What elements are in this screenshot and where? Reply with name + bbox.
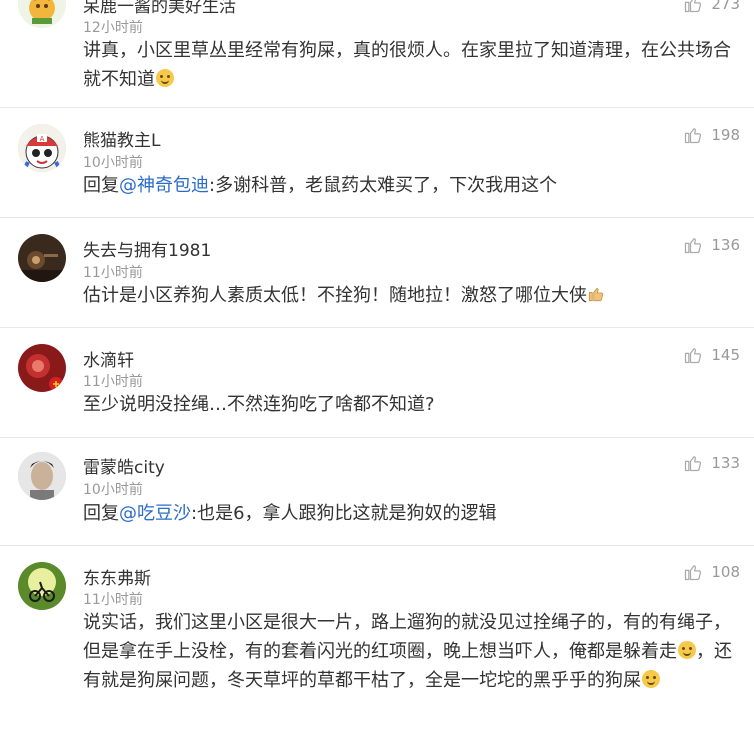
laughing-tears-icon bbox=[642, 670, 660, 688]
comment-time: 10小时前 bbox=[83, 155, 143, 171]
avatar-image bbox=[18, 562, 66, 610]
comment-time: 11小时前 bbox=[83, 592, 143, 608]
comment-list: 呆鹿一酱的美好生活 12小时前 273 讲真，小区里草丛里经常有狗屎，真的很烦人… bbox=[0, 0, 754, 746]
avatar[interactable] bbox=[18, 344, 66, 392]
avatar[interactable] bbox=[18, 452, 66, 500]
avatar-image: A bbox=[18, 124, 66, 172]
mention-link[interactable]: @神奇包迪 bbox=[119, 175, 209, 196]
avatar[interactable] bbox=[18, 0, 66, 28]
thumbs-up-icon bbox=[685, 128, 702, 144]
comment-body: 估计是小区养狗人素质太低！不拴狗！随地拉！激怒了哪位大侠 bbox=[83, 285, 587, 306]
comment-item: A 熊猫教主L 10小时前 198 回复@神奇包迪:多谢科普，老鼠药太难买了，下… bbox=[0, 108, 754, 218]
thumbs-up-icon bbox=[685, 348, 702, 364]
comment-body: :也是6，拿人跟狗比这就是狗奴的逻辑 bbox=[191, 503, 497, 524]
comment-author[interactable]: 呆鹿一酱的美好生活 bbox=[83, 0, 236, 17]
avatar[interactable]: A bbox=[18, 124, 66, 172]
mention-link[interactable]: @吃豆沙 bbox=[119, 503, 191, 524]
comment-author[interactable]: 熊猫教主L bbox=[83, 126, 160, 151]
comment-author[interactable]: 雷蒙皓city bbox=[83, 453, 165, 478]
comment-item: 东东弗斯 11小时前 108 说实话，我们这里小区是很大一片，路上遛狗的就没见过… bbox=[0, 546, 754, 746]
avatar-image bbox=[18, 234, 66, 282]
like-count: 108 bbox=[711, 563, 740, 581]
avatar[interactable] bbox=[18, 234, 66, 282]
like-button[interactable]: 273 bbox=[683, 0, 740, 14]
like-count: 273 bbox=[711, 0, 740, 13]
comment-body: 说实话，我们这里小区是很大一片，路上遛狗的就没见过拴绳子的，有的有绳子，但是拿在… bbox=[83, 612, 731, 662]
comment-text: 至少说明没拴绳…不然连狗吃了啥都不知道? bbox=[83, 390, 740, 419]
like-button[interactable]: 145 bbox=[683, 345, 740, 365]
comment-item: 雷蒙皓city 10小时前 133 回复@吃豆沙:也是6，拿人跟狗比这就是狗奴的… bbox=[0, 438, 754, 546]
comment-time: 10小时前 bbox=[83, 482, 143, 498]
reply-prefix: 回复 bbox=[83, 175, 119, 196]
like-button[interactable]: 133 bbox=[683, 453, 740, 473]
comment-author[interactable]: 水滴轩 bbox=[83, 346, 134, 371]
sweat-smile-icon bbox=[156, 69, 174, 87]
comment-text: 回复@吃豆沙:也是6，拿人跟狗比这就是狗奴的逻辑 bbox=[83, 499, 740, 528]
avatar-image bbox=[18, 0, 66, 28]
reply-prefix: 回复 bbox=[83, 503, 119, 524]
comment-time: 11小时前 bbox=[83, 265, 143, 281]
like-button[interactable]: 136 bbox=[683, 235, 740, 255]
like-button[interactable]: 198 bbox=[683, 125, 740, 145]
comment-author[interactable]: 东东弗斯 bbox=[83, 564, 151, 589]
thumbs-up-icon bbox=[685, 0, 702, 13]
comment-body: 讲真，小区里草丛里经常有狗屎，真的很烦人。在家里拉了知道清理，在公共场合就不知道 bbox=[83, 40, 731, 90]
thumbs-up-icon bbox=[685, 456, 702, 472]
avatar[interactable] bbox=[18, 562, 66, 610]
comment-item: 呆鹿一酱的美好生活 12小时前 273 讲真，小区里草丛里经常有狗屎，真的很烦人… bbox=[0, 0, 754, 108]
comment-text: 回复@神奇包迪:多谢科普，老鼠药太难买了，下次我用这个 bbox=[83, 171, 740, 200]
thumbs-up-icon bbox=[685, 238, 702, 254]
comment-text: 估计是小区养狗人素质太低！不拴狗！随地拉！激怒了哪位大侠 bbox=[83, 281, 740, 310]
like-count: 136 bbox=[711, 236, 740, 254]
comment-time: 12小时前 bbox=[83, 20, 143, 36]
like-count: 198 bbox=[711, 126, 740, 144]
comment-body: :多谢科普，老鼠药太难买了，下次我用这个 bbox=[209, 175, 558, 196]
comment-text: 说实话，我们这里小区是很大一片，路上遛狗的就没见过拴绳子的，有的有绳子，但是拿在… bbox=[83, 608, 740, 695]
comment-item: 水滴轩 11小时前 145 至少说明没拴绳…不然连狗吃了啥都不知道? bbox=[0, 328, 754, 438]
avatar-image bbox=[18, 452, 66, 500]
comment-item: 失去与拥有1981 11小时前 136 估计是小区养狗人素质太低！不拴狗！随地拉… bbox=[0, 218, 754, 328]
comment-body: 至少说明没拴绳…不然连狗吃了啥都不知道? bbox=[83, 394, 435, 415]
like-button[interactable]: 108 bbox=[683, 562, 740, 582]
thumbs-up-emoji-icon bbox=[588, 287, 604, 302]
svg-text:A: A bbox=[40, 135, 45, 143]
comment-text: 讲真，小区里草丛里经常有狗屎，真的很烦人。在家里拉了知道清理，在公共场合就不知道 bbox=[83, 36, 740, 94]
like-count: 133 bbox=[711, 454, 740, 472]
comment-author[interactable]: 失去与拥有1981 bbox=[83, 236, 211, 261]
avatar-image bbox=[18, 344, 66, 392]
thumbs-up-icon bbox=[685, 565, 702, 581]
comment-time: 11小时前 bbox=[83, 374, 143, 390]
like-count: 145 bbox=[711, 346, 740, 364]
laughing-tears-icon bbox=[678, 641, 696, 659]
